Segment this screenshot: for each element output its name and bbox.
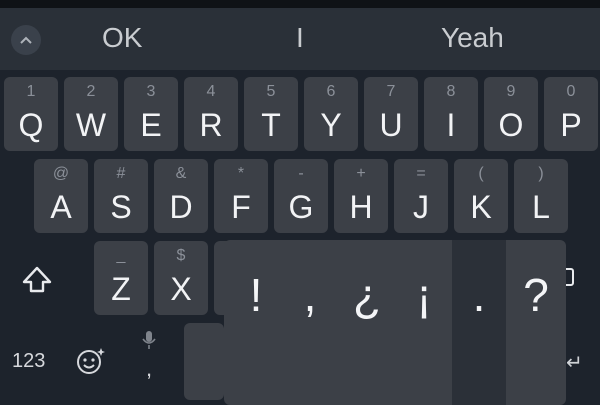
key-d[interactable]: & D [154, 159, 208, 233]
comma-label: , [146, 356, 153, 381]
key-s[interactable]: # S [94, 159, 148, 233]
popup-char-inverted-question[interactable]: ¿ [347, 268, 387, 322]
suggestion-2[interactable]: I [296, 22, 304, 54]
key-hint: # [116, 165, 126, 182]
enter-partial-glyph: ↵ [566, 352, 583, 374]
key-label: E [140, 107, 162, 143]
numbers-key[interactable]: 123 [12, 350, 45, 373]
key-hint: 0 [566, 83, 576, 100]
key-hint: 4 [206, 83, 216, 100]
key-hint: @ [52, 165, 70, 182]
key-hint: ( [478, 165, 484, 182]
space-key-partial[interactable] [184, 323, 224, 400]
key-u[interactable]: 7U [364, 77, 418, 151]
key-hint: 8 [446, 83, 456, 100]
popup-char-question[interactable]: ? [516, 268, 556, 322]
key-x[interactable]: $ X [154, 241, 208, 315]
key-k[interactable]: (K [454, 159, 508, 233]
key-hint: 7 [386, 83, 396, 100]
key-label: T [261, 107, 281, 143]
key-hint: 1 [26, 83, 36, 100]
key-f[interactable]: * F [214, 159, 268, 233]
chevron-up-icon [20, 36, 32, 44]
enter-key-partial[interactable]: ↵ [566, 350, 583, 375]
microphone-icon [142, 331, 156, 349]
key-o[interactable]: 9O [484, 77, 538, 151]
key-hint: 2 [86, 83, 96, 100]
key-label: R [199, 107, 223, 143]
key-r[interactable]: 4R [184, 77, 238, 151]
key-label: J [413, 189, 429, 225]
selected-highlight [452, 240, 506, 405]
popup-char-period[interactable]: . [459, 268, 499, 322]
key-l[interactable]: ) L [514, 159, 568, 233]
key-hint: 5 [266, 83, 276, 100]
key-w[interactable]: 2W [64, 77, 118, 151]
shift-icon [22, 266, 52, 293]
key-hint: = [416, 165, 426, 182]
key-y[interactable]: 6Y [304, 77, 358, 151]
key-a[interactable]: @ A [34, 159, 88, 233]
key-t[interactable]: 5T [244, 77, 298, 151]
key-label: W [75, 107, 107, 143]
key-label: K [470, 189, 492, 225]
emoji-key[interactable] [76, 346, 106, 381]
key-label: Q [18, 107, 44, 143]
key-hint: $ [176, 247, 186, 264]
key-z[interactable]: _ Z [94, 241, 148, 315]
key-hint: * [237, 165, 245, 182]
key-label: P [560, 107, 582, 143]
key-label: F [231, 189, 251, 225]
key-hint: 6 [326, 83, 336, 100]
key-hint: 9 [506, 83, 516, 100]
punctuation-popup: ! , ¿ ¡ . ? [224, 240, 566, 405]
key-label: G [288, 189, 314, 225]
top-strip [0, 0, 600, 8]
key-q[interactable]: 1Q [4, 77, 58, 151]
key-hint: _ [116, 247, 126, 264]
popup-char-exclamation[interactable]: ! [236, 268, 276, 322]
key-label: Y [320, 107, 342, 143]
key-label: L [532, 189, 550, 225]
key-hint: - [298, 165, 304, 182]
key-hint: ) [538, 165, 544, 182]
key-j[interactable]: = J [394, 159, 448, 233]
key-label: I [446, 107, 456, 143]
key-label: D [169, 189, 193, 225]
key-label: A [50, 189, 72, 225]
key-label: O [498, 107, 524, 143]
collapse-button[interactable] [11, 25, 41, 55]
key-hint: & [175, 165, 187, 182]
popup-char-comma[interactable]: , [290, 268, 330, 322]
suggestion-1[interactable]: OK [102, 22, 142, 54]
key-e[interactable]: 3E [124, 77, 178, 151]
comma-key[interactable]: , [140, 330, 156, 382]
key-i[interactable]: 8I [424, 77, 478, 151]
key-hint: + [356, 165, 366, 182]
popup-char-inverted-exclamation[interactable]: ¡ [404, 268, 444, 322]
key-label: H [349, 189, 373, 225]
key-p[interactable]: 0P [544, 77, 598, 151]
key-h[interactable]: + H [334, 159, 388, 233]
key-label: X [170, 271, 192, 307]
key-g[interactable]: -G [274, 159, 328, 233]
shift-key[interactable] [20, 265, 54, 300]
suggestion-bar: OK I Yeah [0, 8, 600, 70]
key-label: Z [111, 271, 131, 307]
key-label: U [379, 107, 403, 143]
suggestion-3[interactable]: Yeah [441, 22, 504, 54]
key-hint: 3 [146, 83, 156, 100]
key-label: S [110, 189, 132, 225]
emoji-sparkle-icon [77, 348, 105, 374]
